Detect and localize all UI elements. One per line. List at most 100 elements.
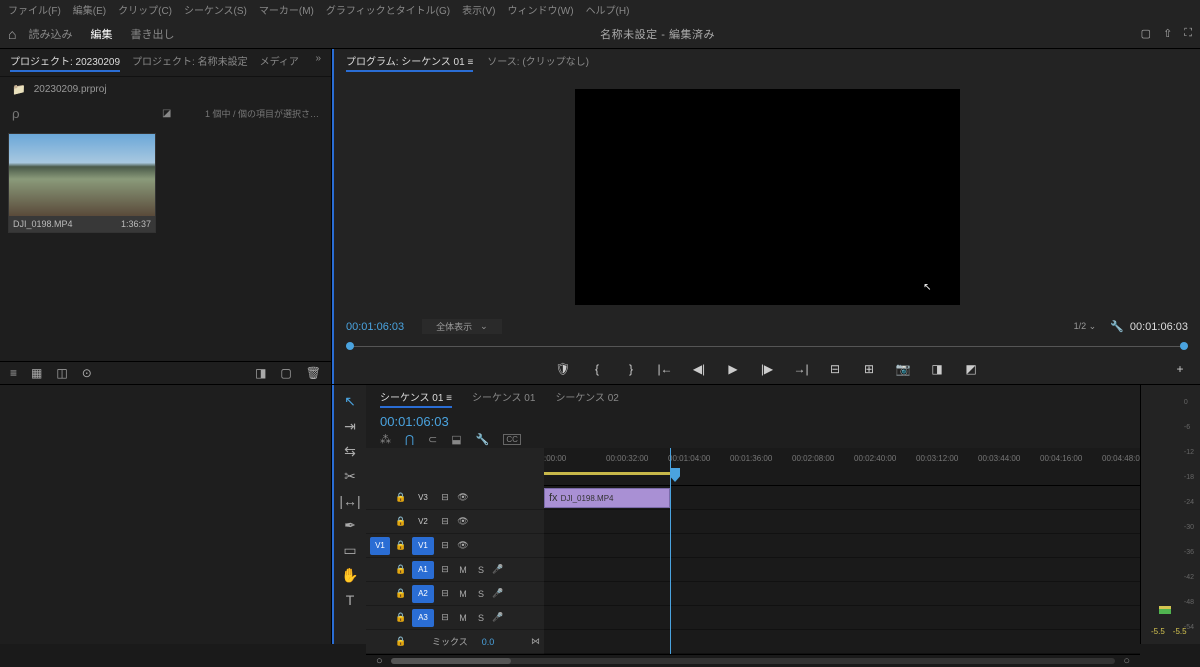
mark-out-icon[interactable]: } — [623, 362, 639, 376]
bin-area[interactable]: DJI_0198.MP4 1:36:37 — [0, 125, 331, 361]
list-view-icon[interactable]: ≡ — [10, 366, 17, 380]
menu-clip[interactable]: クリップ(C) — [118, 2, 172, 17]
fullscreen-icon[interactable]: ⛶ — [1184, 27, 1192, 40]
track-a3-header[interactable]: 🔒 A3 ⊟MS🎤 — [366, 606, 544, 630]
timeline-zoom-scrollbar[interactable] — [391, 658, 1116, 664]
playhead-line[interactable] — [670, 448, 671, 654]
pen-tool-icon[interactable]: ✒ — [344, 517, 356, 534]
step-fwd-icon[interactable]: |▶ — [759, 362, 775, 376]
lane-v2[interactable] — [544, 510, 1140, 534]
zoom-fit-dropdown[interactable]: 全体表示 ⌄ — [422, 319, 502, 334]
extract-icon[interactable]: ⊞ — [861, 362, 877, 376]
mark-in-icon[interactable]: { — [589, 362, 605, 376]
selection-tool-icon[interactable]: ↖ — [344, 393, 356, 410]
new-item-icon[interactable]: ◨ — [255, 366, 266, 380]
sequence-tab-1b[interactable]: シーケンス 01 — [472, 389, 535, 408]
track-a2-header[interactable]: 🔒 A2 ⊟MS🎤 — [366, 582, 544, 606]
marker-tl-icon[interactable]: ⬓ — [451, 433, 461, 446]
settings-tl-icon[interactable]: 🔧 — [476, 433, 490, 446]
mode-edit[interactable]: 編集 — [90, 26, 112, 42]
settings-icon[interactable]: 🔧 — [1110, 320, 1124, 333]
delete-icon[interactable]: 🗑 — [306, 366, 321, 380]
menu-file[interactable]: ファイル(F) — [8, 2, 61, 17]
timeline-timecode[interactable]: 00:01:06:03 — [380, 414, 449, 429]
resolution-dropdown[interactable]: 1/2 ⌄ — [1074, 321, 1097, 332]
panel-menu-icon[interactable]: » — [315, 53, 321, 72]
snap-icon[interactable]: ⋂ — [405, 433, 414, 446]
menu-window[interactable]: ウィンドウ(W) — [507, 2, 573, 17]
lane-a2[interactable] — [544, 582, 1140, 606]
media-browser-tab[interactable]: メディア — [260, 53, 299, 72]
sequence-tab-1[interactable]: シーケンス 01 ≡ — [380, 389, 452, 408]
hand-tool-icon[interactable]: ✋ — [341, 567, 358, 584]
program-timecode-in[interactable]: 00:01:06:03 — [346, 321, 404, 333]
icon-view-icon[interactable]: ▦ — [31, 366, 42, 380]
ripple-tool-icon[interactable]: ⇆ — [344, 443, 356, 460]
program-monitor[interactable]: ↖ — [575, 89, 960, 305]
cc-icon[interactable]: CC — [503, 434, 521, 445]
button-editor-icon[interactable]: + — [1172, 362, 1188, 376]
freeform-view-icon[interactable]: ◫ — [56, 366, 67, 380]
playhead-handle[interactable] — [670, 468, 680, 482]
safe-margin-icon[interactable]: ◩ — [963, 362, 979, 376]
scrubber-in-handle[interactable] — [346, 342, 354, 350]
project-tab-2[interactable]: プロジェクト: 名称未設定 — [132, 53, 248, 72]
track-v1-header[interactable]: V1🔒 V1 ⊟👁 — [366, 534, 544, 558]
menu-view[interactable]: 表示(V) — [462, 2, 495, 17]
menu-help[interactable]: ヘルプ(H) — [586, 2, 630, 17]
razor-tool-icon[interactable]: ✂ — [344, 468, 356, 485]
zoom-handle[interactable] — [391, 658, 511, 664]
rectangle-tool-icon[interactable]: ▭ — [343, 542, 356, 559]
marker-icon[interactable]: 🛡 — [555, 362, 571, 376]
sequence-tab-2[interactable]: シーケンス 02 — [555, 389, 618, 408]
lane-a1[interactable] — [544, 558, 1140, 582]
track-mix-header[interactable]: 🔒 ミックス 0.0 ⋈ — [366, 630, 544, 654]
comparison-icon[interactable]: ◨ — [929, 362, 945, 376]
program-tab[interactable]: プログラム: シーケンス 01 ≡ — [346, 53, 473, 72]
quick-export-icon[interactable]: ▢ — [1141, 27, 1151, 40]
timeline-tracks[interactable]: :00:00 00:00:32:00 00:01:04:00 00:01:36:… — [544, 448, 1140, 654]
folder-icon[interactable] — [12, 83, 26, 96]
mode-export[interactable]: 書き出し — [130, 26, 174, 42]
lane-a3[interactable] — [544, 606, 1140, 630]
linked-selection-icon[interactable]: ⊂ — [428, 433, 437, 446]
zoom-out-icon[interactable]: ○ — [376, 655, 383, 667]
share-icon[interactable]: ⇧ — [1163, 27, 1172, 40]
menu-marker[interactable]: マーカー(M) — [259, 2, 314, 17]
program-scrubber[interactable] — [346, 338, 1188, 356]
play-icon[interactable]: ▶ — [725, 362, 741, 376]
clip-thumbnail[interactable]: DJI_0198.MP4 1:36:37 — [8, 133, 156, 233]
lane-mix[interactable] — [544, 630, 1140, 654]
go-in-icon[interactable]: |← — [657, 362, 673, 376]
export-frame-icon[interactable]: 📷 — [895, 362, 911, 376]
track-select-tool-icon[interactable]: ⇥ — [344, 418, 356, 435]
go-out-icon[interactable]: →| — [793, 362, 809, 376]
menu-sequence[interactable]: シーケンス(S) — [184, 2, 247, 17]
scrubber-out-handle[interactable] — [1180, 342, 1188, 350]
new-bin-btn-icon[interactable]: ▢ — [280, 366, 291, 380]
home-icon[interactable]: ⌂ — [8, 26, 16, 42]
track-a1-header[interactable]: 🔒 A1 ⊟MS🎤 — [366, 558, 544, 582]
menu-edit[interactable]: 編集(E) — [73, 2, 106, 17]
new-bin-icon[interactable]: ◪ — [162, 108, 171, 119]
slip-tool-icon[interactable]: |↔| — [339, 493, 360, 509]
menu-graphics[interactable]: グラフィックとタイトル(G) — [326, 2, 450, 17]
type-tool-icon[interactable]: T — [346, 592, 355, 608]
timeline-ruler[interactable]: :00:00 00:00:32:00 00:01:04:00 00:01:36:… — [544, 448, 1140, 486]
mode-import[interactable]: 読み込み — [28, 26, 72, 42]
step-back-icon[interactable]: ◀| — [691, 362, 707, 376]
nest-icon[interactable]: ⁂ — [380, 433, 391, 446]
project-tab-active[interactable]: プロジェクト: 20230209 — [10, 53, 120, 72]
track-v3-header[interactable]: 🔒 V3 ⊟👁 — [366, 486, 544, 510]
video-clip[interactable]: fx DJI_0198.MP4 — [544, 488, 670, 508]
program-timecode-out[interactable]: 00:01:06:03 — [1130, 321, 1188, 333]
source-tab[interactable]: ソース: (クリップなし) — [487, 53, 589, 72]
zoom-slider[interactable]: ⊙ — [82, 366, 92, 380]
lift-icon[interactable]: ⊟ — [827, 362, 843, 376]
track-v2-header[interactable]: 🔒 V2 ⊟👁 — [366, 510, 544, 534]
work-area-bar[interactable] — [544, 472, 672, 475]
search-input[interactable] — [12, 106, 152, 121]
lane-v1[interactable] — [544, 534, 1140, 558]
zoom-in-icon[interactable]: ○ — [1123, 655, 1130, 667]
lane-v3[interactable]: fx DJI_0198.MP4 — [544, 486, 1140, 510]
